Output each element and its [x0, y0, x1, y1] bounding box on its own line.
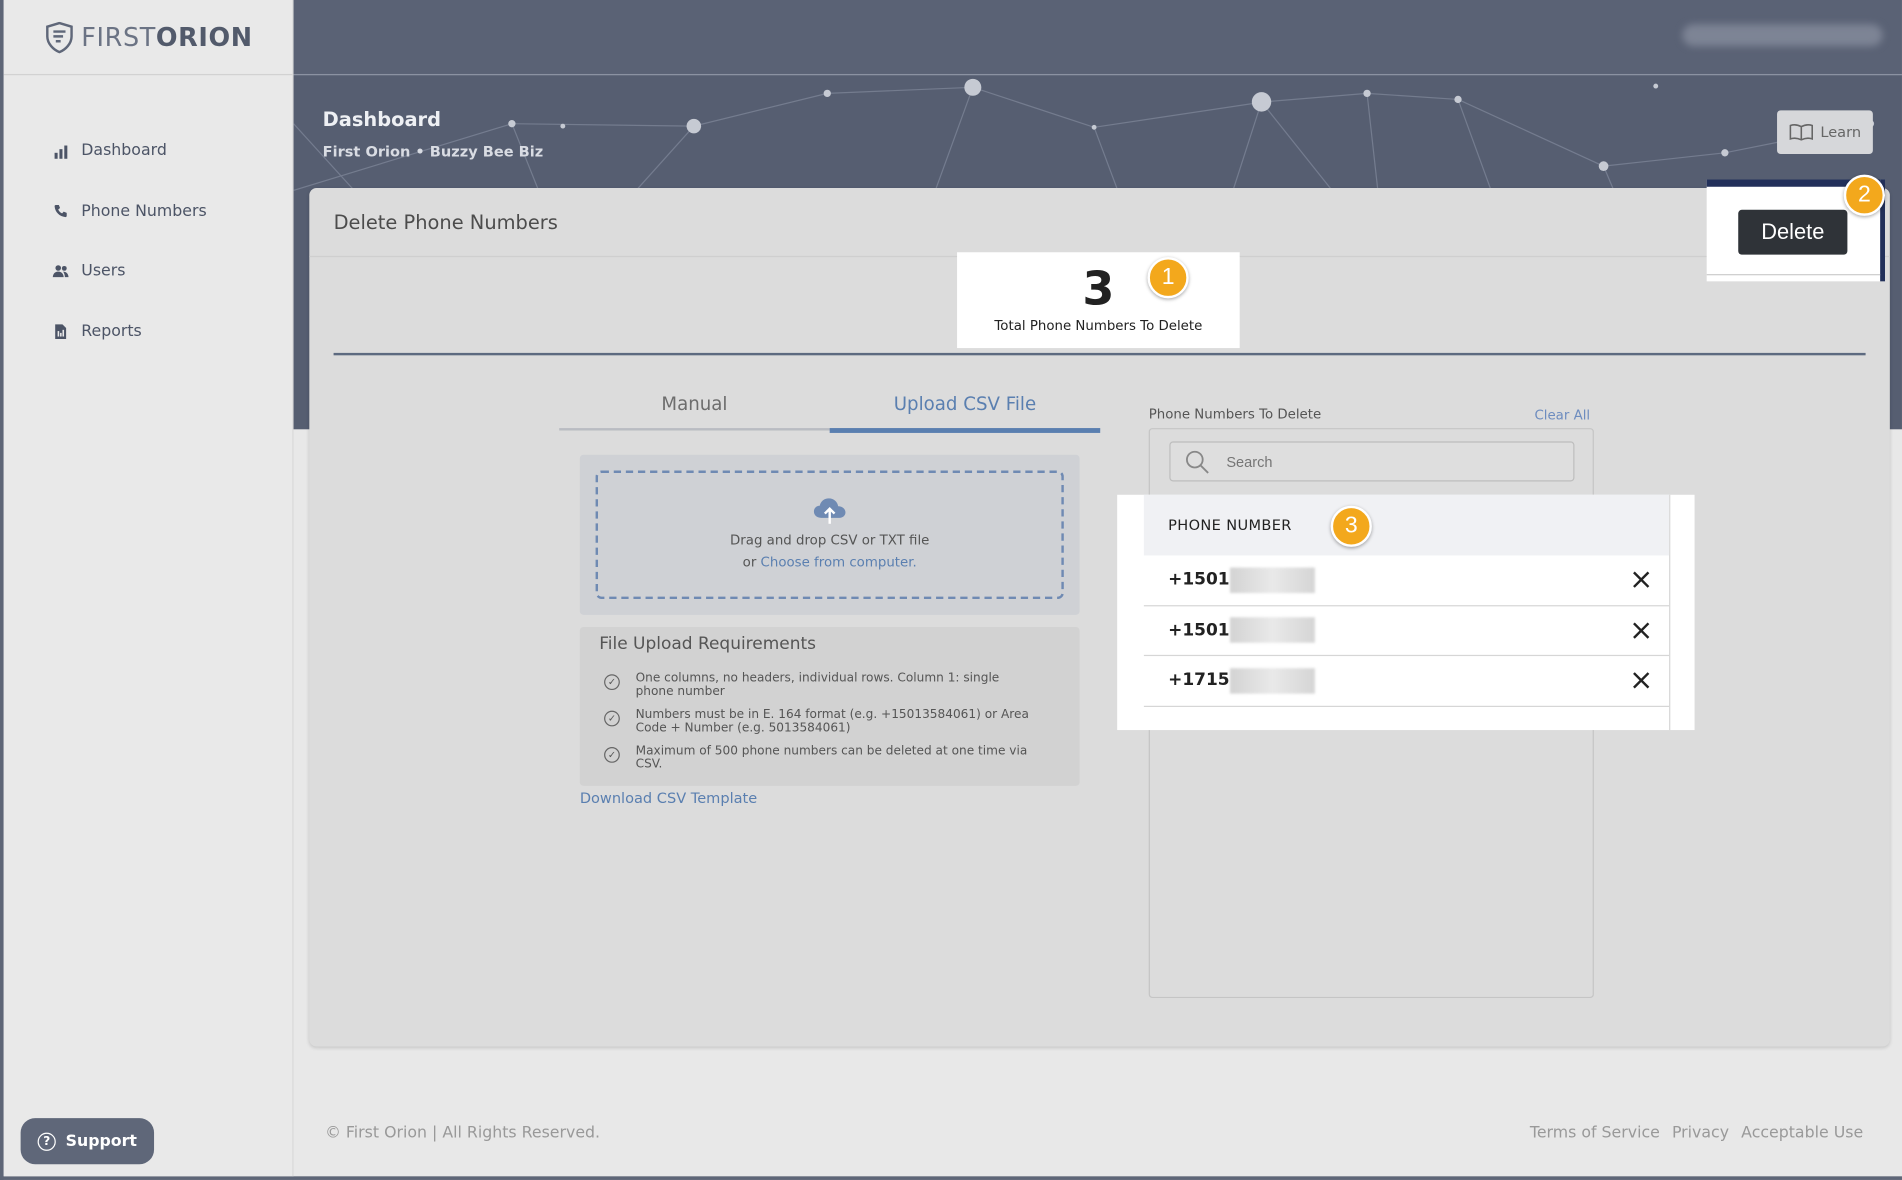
- total-count: 3: [1082, 261, 1115, 316]
- breadcrumb: First Orion • Buzzy Bee Biz: [322, 143, 544, 161]
- copyright: © First Orion | All Rights Reserved.: [325, 1124, 601, 1143]
- sidebar-item-users[interactable]: Users: [4, 241, 293, 301]
- sidebar-item-dashboard[interactable]: Dashboard: [4, 121, 293, 181]
- total-count-highlight: 3 Total Phone Numbers To Delete: [957, 252, 1240, 349]
- dropzone-container: Drag and drop CSV or TXT file or Choose …: [579, 454, 1080, 615]
- card-title: Delete Phone Numbers: [333, 211, 558, 235]
- users-icon: [52, 263, 69, 280]
- phone-table: PHONE NUMBER +1501 +1501 +1715: [1143, 494, 1671, 731]
- redacted-digits: [1229, 667, 1315, 694]
- privacy-link[interactable]: Privacy: [1672, 1124, 1729, 1142]
- divider: [333, 352, 1866, 356]
- sidebar-item-phone-numbers[interactable]: Phone Numbers: [4, 181, 293, 241]
- page-title: Dashboard: [322, 107, 442, 131]
- step-badge-1: 1: [1147, 257, 1189, 299]
- table-row: +1715: [1143, 656, 1670, 707]
- acceptable-use-link[interactable]: Acceptable Use: [1741, 1124, 1863, 1142]
- delete-button[interactable]: Delete: [1738, 209, 1848, 255]
- help-icon: ?: [37, 1132, 56, 1151]
- clear-all-link[interactable]: Clear All: [1534, 407, 1590, 423]
- search-box: [1169, 441, 1575, 482]
- file-dropzone[interactable]: Drag and drop CSV or TXT file or Choose …: [595, 470, 1064, 600]
- support-button[interactable]: ? Support: [20, 1118, 155, 1165]
- terms-link[interactable]: Terms of Service: [1530, 1124, 1660, 1142]
- step-badge-2: 2: [1843, 174, 1886, 216]
- table-row: +1501: [1143, 606, 1670, 657]
- check-circle-icon: ✓: [604, 674, 620, 691]
- phone-icon: [52, 203, 69, 220]
- user-menu[interactable]: [1682, 24, 1883, 47]
- book-icon: [1789, 124, 1813, 141]
- requirement-item: ✓ One columns, no headers, individual ro…: [604, 672, 1041, 699]
- report-icon: [52, 323, 69, 340]
- sidebar-nav: Dashboard Phone Numbers Users Reports: [4, 121, 293, 361]
- app-window: FIRSTORION Dashboard Phone Numbers Users: [0, 0, 1902, 1180]
- remove-icon[interactable]: [1630, 619, 1652, 641]
- tab-manual[interactable]: Manual: [559, 382, 829, 431]
- sidebar: FIRSTORION Dashboard Phone Numbers Users: [3, 0, 294, 1177]
- requirement-item: ✓ Maximum of 500 phone numbers can be de…: [604, 745, 1041, 771]
- sidebar-item-label: Phone Numbers: [81, 202, 207, 221]
- search-icon: [1186, 450, 1209, 473]
- redacted-digits: [1229, 617, 1315, 644]
- upload-mode-tabs: Manual Upload CSV File: [559, 382, 1101, 433]
- dropzone-alt: or Choose from computer.: [742, 554, 917, 570]
- sidebar-item-label: Dashboard: [81, 142, 167, 161]
- download-csv-template-link[interactable]: Download CSV Template: [580, 789, 757, 806]
- support-label: Support: [65, 1132, 137, 1151]
- footer-links: Terms of Service Privacy Acceptable Use: [1530, 1124, 1863, 1142]
- total-count-label: Total Phone Numbers To Delete: [994, 317, 1203, 334]
- remove-icon[interactable]: [1630, 669, 1652, 691]
- redacted-digits: [1229, 567, 1315, 593]
- choose-file-link[interactable]: Choose from computer.: [761, 554, 917, 570]
- upload-requirements: File Upload Requirements ✓ One columns, …: [579, 626, 1080, 786]
- requirement-item: ✓ Numbers must be in E. 164 format (e.g.…: [604, 708, 1041, 735]
- brand-name: FIRSTORION: [81, 22, 253, 52]
- phone-number-value: +1501: [1168, 570, 1230, 590]
- remove-icon[interactable]: [1630, 569, 1652, 591]
- shield-logo-icon: [46, 21, 73, 53]
- table-row: +1501: [1143, 555, 1670, 606]
- top-bar: [293, 0, 1902, 76]
- check-circle-icon: ✓: [604, 710, 620, 727]
- requirements-title: File Upload Requirements: [599, 634, 817, 654]
- dropzone-instruction: Drag and drop CSV or TXT file: [730, 532, 930, 549]
- search-input[interactable]: [1226, 452, 1566, 470]
- phone-number-value: +1501: [1168, 620, 1230, 641]
- check-circle-icon: ✓: [604, 747, 620, 763]
- phone-list-label: Phone Numbers To Delete: [1148, 406, 1322, 423]
- tab-upload-csv[interactable]: Upload CSV File: [829, 382, 1101, 433]
- step-badge-3: 3: [1330, 505, 1372, 547]
- sidebar-item-reports[interactable]: Reports: [4, 301, 293, 361]
- bar-chart-icon: [52, 143, 69, 160]
- cloud-upload-icon: [813, 498, 846, 524]
- column-header-phone-number: PHONE NUMBER: [1143, 494, 1670, 556]
- learn-label: Learn: [1820, 123, 1862, 141]
- learn-button[interactable]: Learn: [1777, 110, 1873, 155]
- phone-number-value: +1715: [1168, 670, 1230, 691]
- sidebar-item-label: Users: [81, 262, 126, 281]
- phone-table-highlight: PHONE NUMBER +1501 +1501 +1715: [1117, 494, 1695, 731]
- sidebar-item-label: Reports: [81, 322, 142, 341]
- logo: FIRSTORION: [3, 0, 293, 76]
